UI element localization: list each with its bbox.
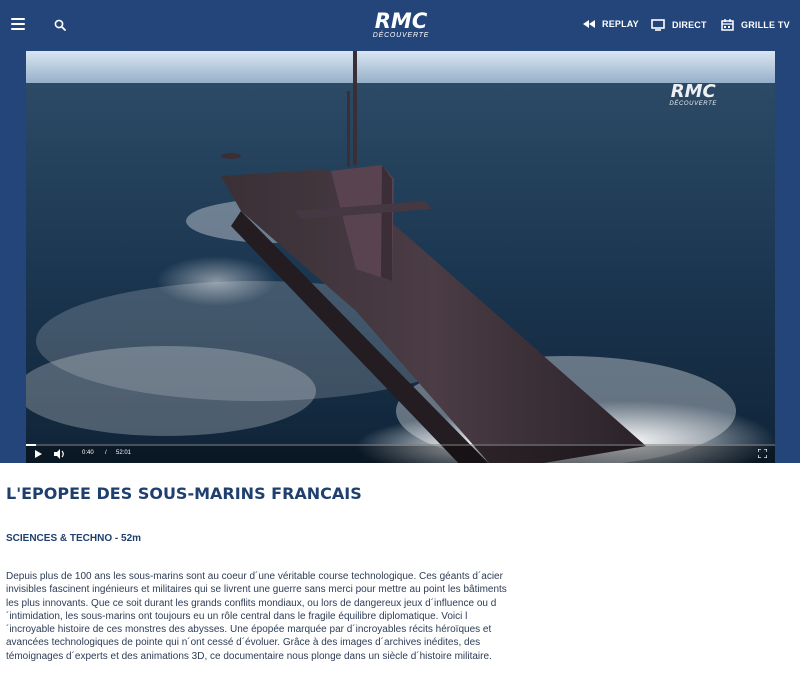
header-background: RMC DÉCOUVERTE REPLAY DIRECT GRILLE TV R… [0,0,800,463]
logo-sub-text: DÉCOUVERTE [372,32,430,39]
rmc-decouverte-logo[interactable]: RMC DÉCOUVERTE [372,10,430,40]
watermark-sub-text: DÉCOUVERTE [669,101,717,107]
duration: 52:01 [116,450,132,456]
player-controls: 0:40 / 52:01 [26,444,775,463]
nav-direct-label: DIRECT [672,20,707,30]
watermark-main-text: RMC [670,81,716,102]
channel-watermark: RMC DÉCOUVERTE [669,82,717,107]
program-title: L'EPOPEE DES SOUS-MARINS FRANCAIS [6,484,362,503]
fullscreen-icon[interactable] [758,449,767,458]
volume-icon[interactable] [54,449,66,459]
progress-bar[interactable] [26,444,775,446]
nav-replay-label: REPLAY [602,19,639,29]
progress-bar-fill [26,444,36,446]
nav-direct-link[interactable]: DIRECT [651,19,707,31]
program-category-duration: SCIENCES & TECHNO - 52m [6,533,142,544]
time-separator: / [105,450,107,456]
nav-grille-tv-link[interactable]: GRILLE TV [721,19,790,31]
search-icon[interactable] [54,19,66,31]
current-time: 0:40 [82,450,94,456]
calendar-icon [721,19,734,31]
tv-screen-icon [651,19,665,31]
program-description: Depuis plus de 100 ans les sous-marins s… [6,571,507,662]
video-player[interactable]: RMC DÉCOUVERTE 0:40 / 52:01 [26,51,775,463]
logo-main-text: RMC [374,9,428,33]
nav-grille-tv-label: GRILLE TV [741,20,790,30]
video-frame-submarine [26,51,775,463]
rewind-icon [583,20,595,28]
nav-replay-link[interactable]: REPLAY [583,19,639,29]
play-icon[interactable] [34,450,42,458]
top-navigation: RMC DÉCOUVERTE REPLAY DIRECT GRILLE TV [0,0,800,51]
hamburger-menu-icon[interactable] [11,18,25,30]
